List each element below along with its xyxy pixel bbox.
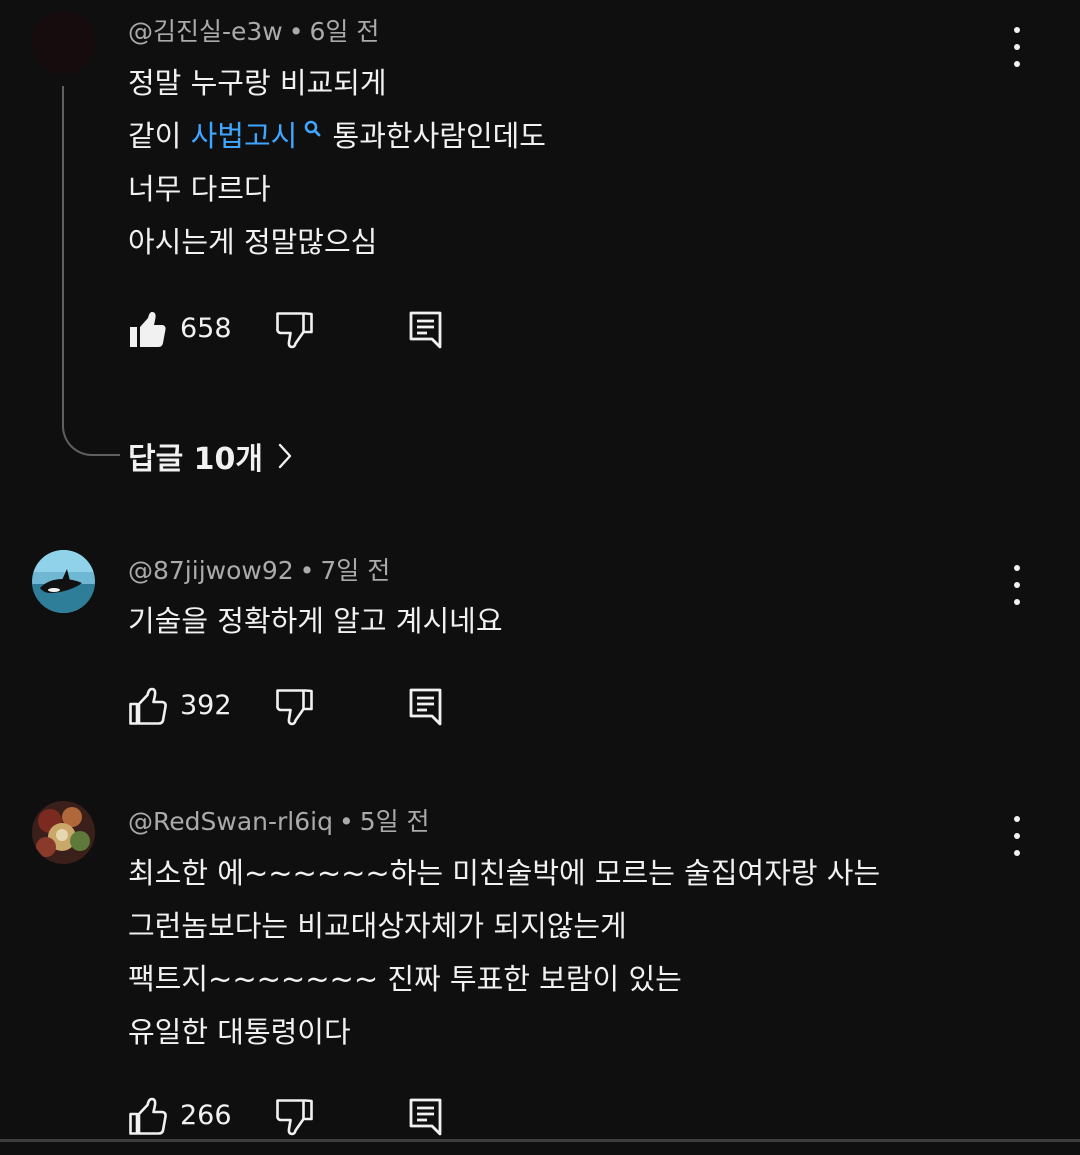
author-name[interactable]: @김진실-e3w	[128, 17, 283, 46]
comment-line: 최소한 에~~~~~~하는 미친술박에 모르는 술집여자랑 사는	[128, 856, 881, 890]
comment-line: 정말 누구랑 비교되게	[128, 66, 387, 100]
comment-line: 같이 사법고시 통과한사람인데도	[128, 110, 546, 163]
comment-actions: 392	[128, 686, 458, 726]
comment-meta: @RedSwan-rl6iq • 5일 전	[128, 807, 430, 837]
comment-line: 그런놈보다는 비교대상자체가 되지않는게	[128, 909, 627, 943]
meta-separator: •	[338, 807, 354, 836]
comment-text: 기술을 정확하게 알고 계시네요	[128, 595, 503, 648]
more-vert-icon	[1014, 816, 1020, 822]
comment-time[interactable]: 5일 전	[360, 807, 430, 836]
like-button[interactable]: 658	[128, 309, 232, 353]
comment-meta: @87jijwow92 • 7일 전	[128, 556, 390, 586]
avatar[interactable]	[32, 801, 95, 864]
comment-line: 팩트지~~~~~~~ 진짜 투표한 보람이 있는	[128, 962, 682, 996]
thumbs-down-icon	[276, 689, 313, 726]
replies-toggle[interactable]: 답글 10개	[128, 434, 293, 478]
comment-actions: 266	[128, 1096, 458, 1136]
search-link[interactable]: 사법고시	[191, 119, 324, 153]
meta-separator: •	[288, 17, 304, 46]
thread-connector-line	[62, 86, 120, 456]
comment-line-text: 같이	[128, 119, 191, 153]
comment-text: 정말 누구랑 비교되게 같이 사법고시 통과한사람인데도 너무 다르다 아시는게…	[128, 57, 546, 269]
comment-menu-button[interactable]	[1005, 565, 1029, 605]
comment-actions: 658	[128, 309, 458, 349]
dislike-button[interactable]	[275, 686, 315, 730]
comment-line: 유일한 대통령이다	[128, 1015, 351, 1049]
reply-icon	[409, 311, 442, 349]
thumbs-up-icon	[130, 312, 166, 347]
thumbs-down-icon	[276, 312, 313, 349]
chevron-right-icon	[278, 443, 292, 469]
thumbs-up-icon	[129, 1097, 167, 1135]
comment-line-text: 통과한사람인데도	[323, 119, 546, 153]
author-name[interactable]: @87jijwow92	[128, 556, 294, 585]
more-vert-icon	[1014, 27, 1020, 33]
reply-button[interactable]	[408, 686, 444, 730]
avatar[interactable]	[32, 550, 95, 613]
meta-separator: •	[299, 556, 315, 585]
more-vert-icon	[1014, 565, 1020, 571]
reply-button[interactable]	[408, 1096, 444, 1140]
bottom-divider	[0, 1139, 1080, 1142]
avatar[interactable]	[32, 11, 95, 74]
comment-time[interactable]: 7일 전	[320, 556, 390, 585]
reply-icon	[409, 1098, 442, 1136]
like-button[interactable]: 266	[128, 1096, 232, 1140]
comment-meta: @김진실-e3w • 6일 전	[128, 17, 379, 47]
comment-line: 너무 다르다	[128, 172, 271, 206]
dislike-button[interactable]	[275, 309, 315, 353]
reply-icon	[409, 688, 442, 726]
author-name[interactable]: @RedSwan-rl6iq	[128, 807, 333, 836]
search-icon	[303, 106, 323, 159]
thumbs-up-icon	[129, 687, 167, 725]
like-button[interactable]: 392	[128, 686, 232, 730]
comment-line: 기술을 정확하게 알고 계시네요	[128, 604, 503, 638]
replies-label: 답글 10개	[128, 442, 263, 477]
like-count: 658	[180, 313, 232, 344]
like-count: 392	[180, 690, 232, 721]
reply-button[interactable]	[408, 309, 444, 353]
comment-line: 아시는게 정말많으심	[128, 225, 378, 259]
dislike-button[interactable]	[275, 1096, 315, 1140]
like-count: 266	[180, 1100, 232, 1131]
comment-text: 최소한 에~~~~~~하는 미친술박에 모르는 술집여자랑 사는 그런놈보다는 …	[128, 847, 880, 1059]
search-link-label: 사법고시	[190, 119, 298, 153]
comment-time[interactable]: 6일 전	[310, 17, 380, 46]
comment-menu-button[interactable]	[1005, 816, 1029, 856]
thumbs-down-icon	[276, 1099, 313, 1136]
comment-menu-button[interactable]	[1005, 27, 1029, 67]
